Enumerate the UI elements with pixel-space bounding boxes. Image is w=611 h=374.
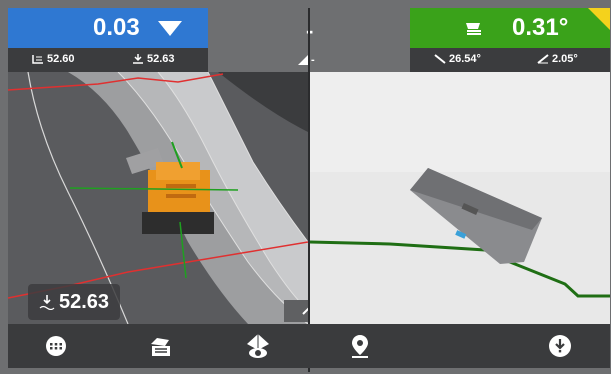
slope-value: 0.31° bbox=[512, 14, 569, 41]
cross-slope-value: 26.54° bbox=[449, 53, 481, 65]
main-slope-icon bbox=[537, 54, 549, 64]
slope-icon bbox=[298, 55, 308, 65]
right-edge-icon bbox=[133, 54, 143, 64]
center-sub-value: - bbox=[311, 54, 315, 66]
warning-corner bbox=[588, 8, 610, 30]
keypad-button[interactable] bbox=[36, 324, 76, 368]
right-edge-value: 52.63 bbox=[147, 53, 175, 65]
location-pin-icon bbox=[352, 335, 368, 358]
view-mode-button[interactable] bbox=[238, 324, 278, 368]
view-divider bbox=[308, 8, 310, 372]
left-edge-reading: 52.60 bbox=[32, 53, 75, 65]
right-edge-reading: 52.63 bbox=[132, 53, 175, 65]
alert-icon bbox=[549, 335, 571, 357]
elevation-overlay-value: 52.63 bbox=[58, 290, 110, 313]
profile-view[interactable] bbox=[310, 72, 610, 324]
elevation-overlay: 52.63 bbox=[28, 284, 120, 320]
center-sub-reading: - bbox=[298, 54, 315, 66]
location-button[interactable] bbox=[340, 324, 380, 368]
elevation-overlay-icon bbox=[39, 295, 55, 310]
bucket-icon bbox=[464, 19, 484, 37]
left-edge-value: 52.60 bbox=[47, 53, 75, 65]
machine-view-button[interactable] bbox=[140, 324, 180, 368]
left-edge-icon bbox=[32, 55, 43, 64]
profile-graphic bbox=[310, 72, 610, 324]
main-slope-value: 2.05° bbox=[552, 53, 578, 65]
keypad-icon bbox=[46, 336, 66, 356]
elevation-indicator[interactable]: 0.03 bbox=[8, 8, 208, 48]
main-slope-reading: 2.05° bbox=[537, 53, 578, 65]
machine-view-icon bbox=[151, 338, 170, 356]
view-mode-icon bbox=[247, 334, 269, 358]
bottom-toolbar bbox=[8, 324, 610, 368]
cross-slope-reading: 26.54° bbox=[434, 53, 481, 65]
elevation-value: 0.03 bbox=[93, 14, 140, 41]
down-arrow-icon bbox=[157, 20, 182, 36]
slope-indicator[interactable]: 0.31° bbox=[410, 8, 610, 48]
alert-button[interactable] bbox=[540, 324, 580, 368]
cross-slope-icon bbox=[434, 54, 446, 64]
